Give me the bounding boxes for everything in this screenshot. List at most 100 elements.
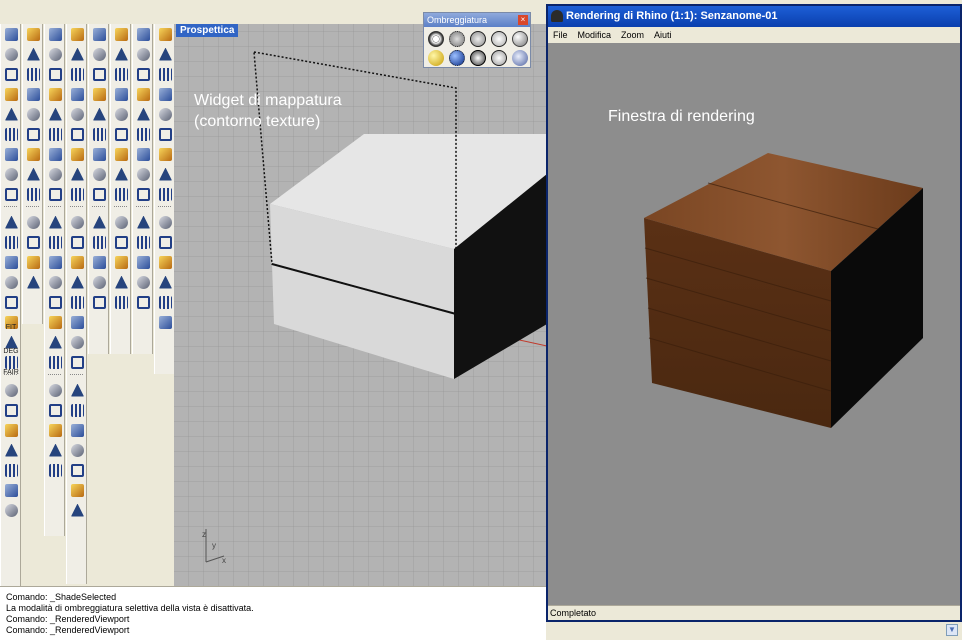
multi-sphere-icon[interactable] bbox=[512, 50, 528, 66]
toolbar-button[interactable] bbox=[2, 232, 21, 252]
toolbar-button[interactable] bbox=[68, 352, 87, 372]
toolbar-button[interactable] bbox=[24, 164, 43, 184]
toolbar-button[interactable] bbox=[2, 500, 21, 520]
toolbar-button[interactable] bbox=[68, 460, 87, 480]
toolbar-button[interactable] bbox=[68, 44, 87, 64]
toolbar-button[interactable] bbox=[46, 24, 65, 44]
render-window[interactable]: Rendering di Rhino (1:1): Senzanome-01 F… bbox=[546, 4, 962, 622]
rendered-sphere-icon[interactable] bbox=[428, 50, 444, 66]
toolbar-button[interactable] bbox=[90, 272, 109, 292]
toolbar-button[interactable] bbox=[46, 212, 65, 232]
toolbar-button[interactable] bbox=[46, 84, 65, 104]
toolbar-button[interactable] bbox=[68, 144, 87, 164]
toolbar-button[interactable] bbox=[68, 420, 87, 440]
toolbar-button[interactable] bbox=[68, 332, 87, 352]
toolbar-button[interactable] bbox=[46, 440, 65, 460]
toolbar-button[interactable] bbox=[24, 104, 43, 124]
toolbar-button[interactable] bbox=[24, 252, 43, 272]
render-window-titlebar[interactable]: Rendering di Rhino (1:1): Senzanome-01 bbox=[548, 6, 960, 27]
toolbar-button[interactable] bbox=[2, 64, 21, 84]
toolbar-button[interactable] bbox=[2, 84, 21, 104]
ghosted-sphere-icon[interactable] bbox=[449, 31, 465, 47]
toolbar-button[interactable] bbox=[46, 44, 65, 64]
toolbar-button[interactable] bbox=[112, 272, 131, 292]
toolbar-button[interactable] bbox=[2, 184, 21, 204]
toolbar-button[interactable] bbox=[24, 272, 43, 292]
toolbar-button[interactable] bbox=[134, 144, 153, 164]
toolbar-button[interactable] bbox=[46, 184, 65, 204]
toolbar-button[interactable] bbox=[68, 184, 87, 204]
toolbar-button[interactable] bbox=[2, 400, 21, 420]
toolbar-button[interactable] bbox=[46, 104, 65, 124]
toolbar-button[interactable] bbox=[156, 124, 175, 144]
toolbar-button[interactable] bbox=[2, 24, 21, 44]
toolbar-button[interactable] bbox=[156, 64, 175, 84]
toolbar-button[interactable] bbox=[68, 212, 87, 232]
xray-sphere-icon[interactable] bbox=[470, 31, 486, 47]
toolbar-button[interactable] bbox=[46, 252, 65, 272]
toolbar-button[interactable] bbox=[46, 144, 65, 164]
toolbar-button[interactable] bbox=[112, 84, 131, 104]
toolbar-button[interactable] bbox=[134, 292, 153, 312]
toolbar-button[interactable] bbox=[90, 124, 109, 144]
toolbar-button[interactable] bbox=[134, 252, 153, 272]
fair-button[interactable]: FAIR bbox=[2, 369, 20, 376]
toolbar-button[interactable] bbox=[90, 44, 109, 64]
toolbar-button[interactable] bbox=[156, 312, 175, 332]
toolbar-button[interactable] bbox=[68, 164, 87, 184]
toolbar-button[interactable] bbox=[68, 104, 87, 124]
fit-button[interactable]: FIT bbox=[2, 324, 20, 331]
toolbar-button[interactable] bbox=[90, 292, 109, 312]
menu-zoom[interactable]: Zoom bbox=[621, 27, 644, 43]
shade-selected-icon[interactable] bbox=[470, 50, 486, 66]
toolbar-button[interactable] bbox=[134, 64, 153, 84]
toolbar-button[interactable] bbox=[68, 232, 87, 252]
toolbar-button[interactable] bbox=[134, 84, 153, 104]
toolbar-button[interactable] bbox=[156, 104, 175, 124]
toolbar-button[interactable] bbox=[2, 164, 21, 184]
toolbar-button[interactable] bbox=[112, 184, 131, 204]
toolbar-button[interactable] bbox=[90, 164, 109, 184]
toolbar-button[interactable] bbox=[90, 64, 109, 84]
toolbar-button[interactable] bbox=[90, 84, 109, 104]
toolbar-button[interactable] bbox=[112, 24, 131, 44]
toolbar-button[interactable] bbox=[68, 272, 87, 292]
toolbar-button[interactable] bbox=[68, 312, 87, 332]
toolbar-button[interactable] bbox=[2, 480, 21, 500]
toolbar-button[interactable] bbox=[68, 252, 87, 272]
toolbar-button[interactable] bbox=[68, 480, 87, 500]
toolbar-button[interactable] bbox=[134, 164, 153, 184]
menu-aiuti[interactable]: Aiuti bbox=[654, 27, 672, 43]
toolbar-button[interactable] bbox=[24, 212, 43, 232]
toolbar-button[interactable] bbox=[134, 44, 153, 64]
toolbar-button[interactable] bbox=[90, 212, 109, 232]
toolbar-button[interactable] bbox=[156, 144, 175, 164]
toolbar-button[interactable] bbox=[112, 64, 131, 84]
toolbar-button[interactable] bbox=[156, 24, 175, 44]
toolbar-button[interactable] bbox=[112, 232, 131, 252]
toolbar-button[interactable] bbox=[46, 380, 65, 400]
toolbar-button[interactable] bbox=[46, 332, 65, 352]
toolbar-button[interactable] bbox=[24, 144, 43, 164]
toolbar-button[interactable] bbox=[68, 64, 87, 84]
shaded-sphere-icon[interactable] bbox=[512, 31, 528, 47]
rendered-blue-sphere-icon[interactable] bbox=[449, 50, 465, 66]
toolbar-button[interactable] bbox=[112, 104, 131, 124]
toolbar-button[interactable] bbox=[156, 252, 175, 272]
toolbar-button[interactable] bbox=[156, 232, 175, 252]
toolbar-button[interactable] bbox=[90, 232, 109, 252]
toolbar-button[interactable] bbox=[24, 64, 43, 84]
scroll-down-icon[interactable]: ▼ bbox=[946, 624, 958, 636]
toolbar-button[interactable] bbox=[24, 24, 43, 44]
toolbar-button[interactable] bbox=[68, 500, 87, 520]
toolbar-button[interactable] bbox=[68, 380, 87, 400]
toolbar-button[interactable] bbox=[2, 144, 21, 164]
toolbar-button[interactable] bbox=[2, 124, 21, 144]
toolbar-button[interactable] bbox=[46, 124, 65, 144]
toolbar-button[interactable] bbox=[134, 24, 153, 44]
close-icon[interactable]: × bbox=[518, 15, 528, 25]
toolbar-button[interactable] bbox=[68, 84, 87, 104]
toolbar-button[interactable] bbox=[134, 212, 153, 232]
toolbar-button[interactable] bbox=[134, 104, 153, 124]
shaded-wire-sphere-icon[interactable] bbox=[491, 31, 507, 47]
